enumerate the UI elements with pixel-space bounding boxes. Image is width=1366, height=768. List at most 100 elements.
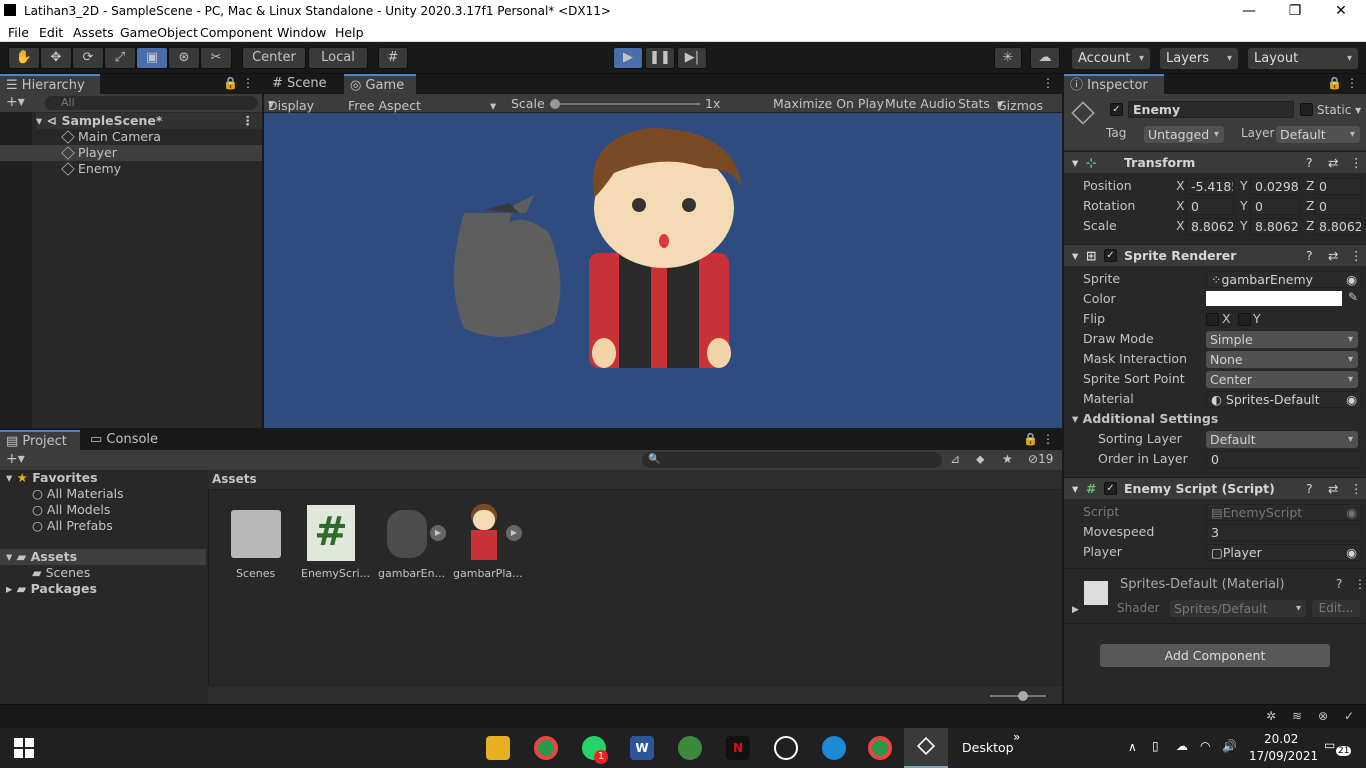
idm-icon[interactable] — [678, 736, 702, 760]
word-icon[interactable]: W — [630, 736, 654, 760]
icon-size-slider[interactable] — [990, 691, 1046, 701]
onedrive-icon[interactable]: ☁ — [1176, 739, 1188, 753]
scene-menu-icon[interactable]: ⋮ — [242, 113, 255, 129]
display-dropdown[interactable]: Display 1 ▾ — [268, 96, 314, 128]
layout-dropdown[interactable]: Layout — [1248, 48, 1358, 69]
rotation-z-field[interactable]: 0 — [1314, 198, 1362, 215]
tab-project[interactable]: ▤ Project — [0, 430, 80, 450]
enemy-script-header[interactable]: ▾ # ✓ Enemy Script (Script) ? ⇄ ⋮ — [1064, 477, 1366, 499]
menu-file[interactable]: File — [8, 25, 29, 40]
scale-tool-icon[interactable]: ⤢ — [104, 47, 136, 69]
desktop-toolbar-label[interactable]: Desktop — [962, 740, 1014, 755]
draw-mode-dropdown[interactable]: Simple — [1206, 331, 1358, 348]
enemy-sprite-thumbnail[interactable] — [387, 510, 427, 558]
hand-tool-icon[interactable]: ✋ — [8, 47, 40, 69]
layer-dropdown[interactable]: Default — [1276, 126, 1360, 143]
object-picker-icon[interactable]: ◉ — [1346, 545, 1357, 560]
foldout-arrow-icon[interactable]: ▾ — [1072, 152, 1078, 174]
windows-start-icon[interactable] — [14, 738, 34, 758]
stopwatch-icon[interactable] — [774, 736, 798, 760]
sprite-renderer-enabled-checkbox[interactable]: ✓ — [1104, 249, 1117, 262]
position-y-field[interactable]: 0.0298 — [1250, 178, 1300, 195]
mute-audio-toggle[interactable]: Mute Audio — [885, 96, 956, 111]
packages-folder-row[interactable]: ▸ ▰ Packages — [6, 581, 97, 597]
order-in-layer-field[interactable]: 0 — [1206, 451, 1362, 468]
transform-tool-icon[interactable]: ⊛ — [168, 47, 200, 69]
flip-x-checkbox[interactable] — [1206, 313, 1219, 326]
menu-component[interactable]: Component — [200, 25, 273, 40]
foldout-arrow-icon[interactable]: ▾ — [1072, 245, 1078, 267]
rect-tool-icon[interactable]: ▣ — [136, 47, 168, 69]
grid-snap-icon[interactable]: # — [378, 47, 408, 69]
cloud-icon[interactable]: ☁ — [1030, 47, 1060, 69]
notification-center-icon[interactable]: ▭ — [1324, 738, 1335, 752]
fav-all-materials[interactable]: ○ All Materials — [32, 486, 124, 502]
lock-icon[interactable]: 🔒 — [223, 76, 238, 90]
eyedropper-icon[interactable]: ✎ — [1348, 290, 1358, 304]
scale-y-field[interactable]: 8.80624 — [1250, 218, 1300, 235]
more-icon[interactable]: ⋮ — [242, 76, 254, 90]
sorting-layer-dropdown[interactable]: Default — [1206, 431, 1358, 448]
more-icon[interactable]: ⋮ — [1042, 432, 1054, 446]
movespeed-field[interactable]: 3 — [1206, 524, 1362, 541]
pivot-local-button[interactable]: Local — [308, 47, 368, 69]
chrome-profile-icon[interactable] — [868, 736, 892, 760]
enemy-script-enabled-checkbox[interactable]: ✓ — [1104, 482, 1117, 495]
edge-icon[interactable] — [822, 736, 846, 760]
lock-icon[interactable]: 🔒 — [1023, 432, 1038, 446]
hierarchy-item-enemy[interactable]: Enemy — [61, 161, 121, 177]
account-dropdown[interactable]: Account — [1072, 48, 1150, 69]
component-menu-icon[interactable]: ⋮ — [1350, 478, 1363, 500]
game-viewport[interactable] — [264, 113, 1062, 428]
netflix-icon[interactable]: N — [726, 736, 750, 760]
rotate-tool-icon[interactable]: ⟳ — [72, 47, 104, 69]
chevron-right-icon[interactable]: » — [1013, 730, 1020, 744]
scale-z-field[interactable]: 8.80624 — [1314, 218, 1362, 235]
expand-sprite-icon[interactable]: ▶ — [506, 525, 522, 541]
lighting-icon[interactable]: ⊗ — [1318, 709, 1328, 723]
minimize-button[interactable]: — — [1226, 0, 1272, 22]
help-icon[interactable]: ? — [1306, 245, 1313, 267]
wifi-icon[interactable]: ◠ — [1200, 739, 1210, 753]
preset-icon[interactable]: ⇄ — [1328, 152, 1338, 174]
scene-row[interactable]: ▾ ⊲ SampleScene* ⋮ — [36, 113, 262, 129]
project-search-input[interactable]: 🔍 — [642, 452, 942, 468]
filter-label-icon[interactable]: ⬥ — [976, 452, 984, 467]
stats-toggle[interactable]: Stats — [958, 96, 990, 111]
pause-button[interactable]: ❚❚ — [645, 47, 675, 69]
sprite-renderer-header[interactable]: ▾ ⊞ ✓ Sprite Renderer ? ⇄ ⋮ — [1064, 244, 1366, 266]
shader-edit-button[interactable]: Edit... — [1312, 600, 1360, 617]
preset-icon[interactable]: ⇄ — [1328, 245, 1338, 267]
foldout-arrow-icon[interactable]: ▶ — [1072, 605, 1079, 615]
restore-button[interactable]: ❐ — [1272, 0, 1318, 22]
device-icon[interactable]: ▯ — [1152, 739, 1159, 753]
tab-scene[interactable]: # Scene — [266, 74, 342, 94]
help-icon[interactable]: ? — [1336, 577, 1342, 591]
scale-x-field[interactable]: 8.80624 — [1186, 218, 1234, 235]
step-button[interactable]: ▶| — [677, 47, 707, 69]
move-tool-icon[interactable]: ✥ — [40, 47, 72, 69]
tag-dropdown[interactable]: Untagged — [1144, 126, 1224, 143]
object-name-field[interactable]: Enemy — [1128, 101, 1294, 118]
component-menu-icon[interactable]: ⋮ — [1354, 577, 1366, 591]
fav-all-prefabs[interactable]: ○ All Prefabs — [32, 518, 113, 534]
debug-icon[interactable]: ✲ — [1266, 709, 1276, 723]
hierarchy-item-main-camera[interactable]: Main Camera — [61, 129, 161, 145]
player-field[interactable]: ▢Player ◉ — [1206, 544, 1362, 561]
unity-taskbar-button[interactable] — [904, 728, 948, 768]
tab-hierarchy[interactable]: ☰ Hierarchy — [0, 74, 100, 94]
position-z-field[interactable]: 0 — [1314, 178, 1362, 195]
assets-folder-row[interactable]: ▾ ▰ Assets — [0, 549, 206, 565]
maximize-on-play-toggle[interactable]: Maximize On Play — [773, 96, 884, 111]
hierarchy-search-input[interactable]: All — [45, 96, 258, 110]
file-explorer-icon[interactable] — [486, 736, 510, 760]
play-button[interactable]: ▶ — [613, 47, 643, 69]
foldout-arrow-icon[interactable]: ▾ — [1072, 478, 1078, 500]
menu-edit[interactable]: Edit — [39, 25, 63, 40]
favorites-row[interactable]: ▾ ★ Favorites — [6, 470, 98, 486]
component-menu-icon[interactable]: ⋮ — [1350, 152, 1363, 174]
menu-help[interactable]: Help — [335, 25, 364, 40]
menu-gameobject[interactable]: GameObject — [120, 25, 198, 40]
add-icon[interactable]: +▾ — [6, 94, 25, 110]
object-picker-icon[interactable]: ◉ — [1346, 272, 1357, 287]
